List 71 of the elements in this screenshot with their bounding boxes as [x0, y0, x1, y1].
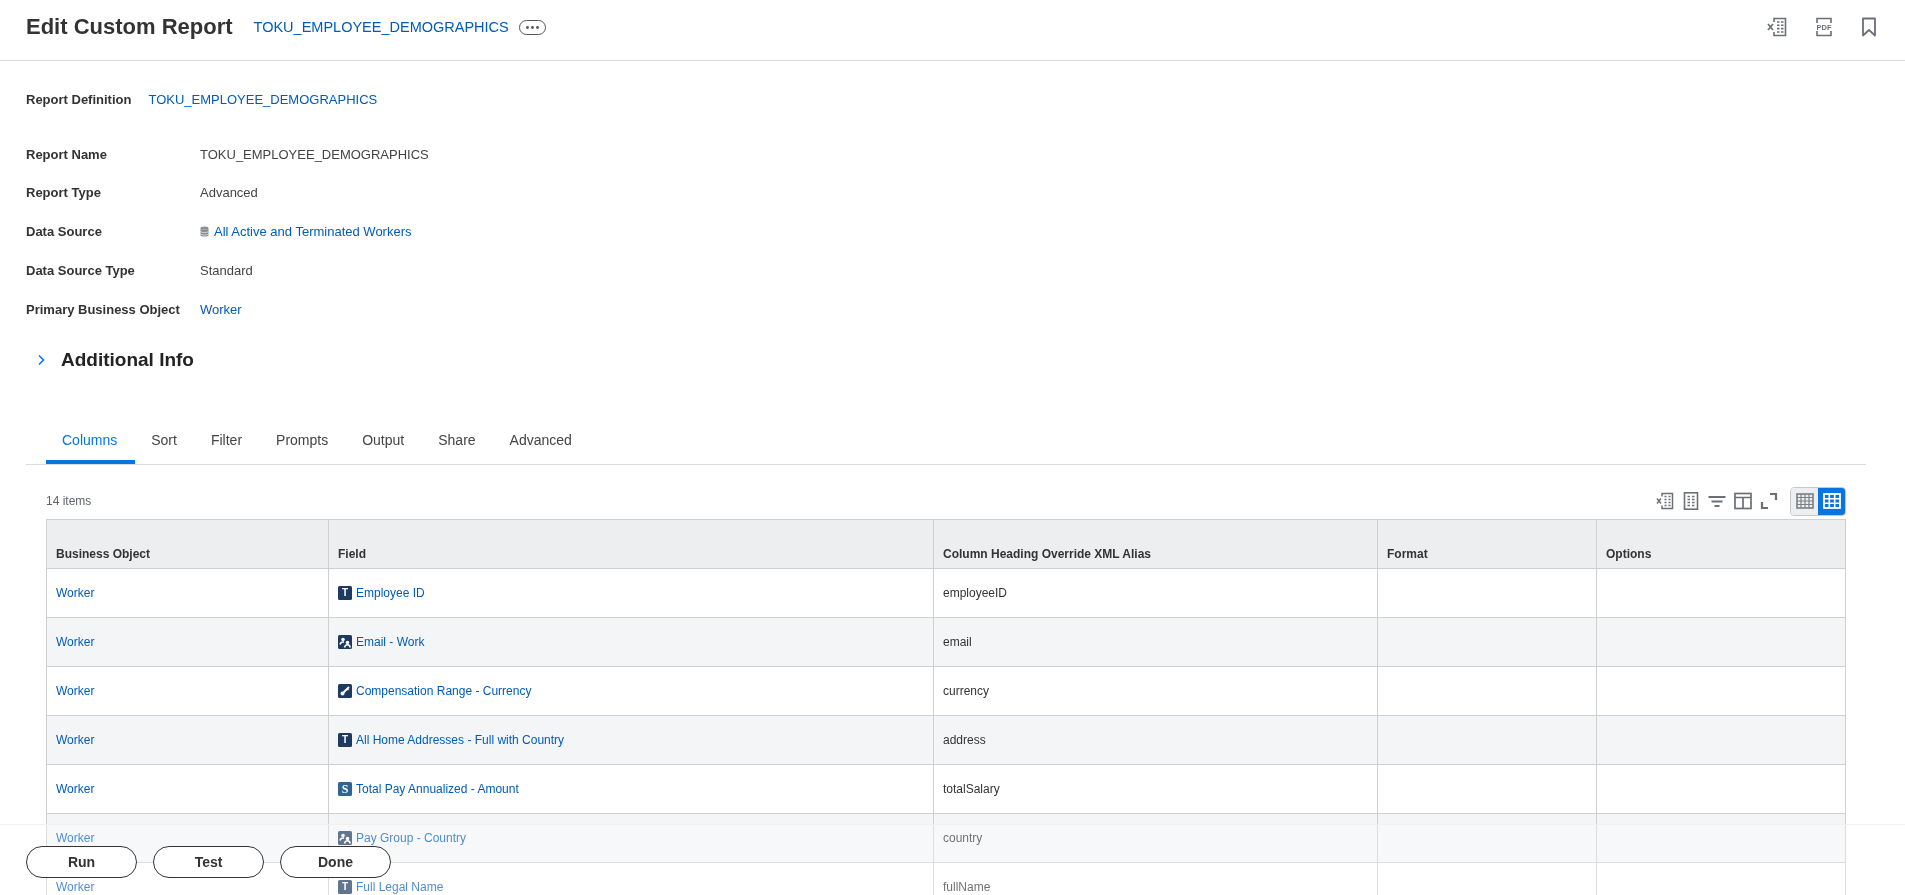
object-link[interactable]: Worker — [200, 301, 242, 317]
bookmark-icon[interactable] — [1861, 17, 1877, 37]
tab[interactable]: Share — [422, 420, 494, 464]
alias-text: employeeID — [943, 586, 1008, 600]
ellipsis-icon — [525, 25, 539, 29]
field-link[interactable]: Full Legal Name — [356, 880, 444, 894]
tab[interactable]: Columns — [46, 420, 136, 464]
field-link[interactable]: Compensation Range - Currency — [356, 684, 532, 698]
tab[interactable]: Advanced — [493, 420, 590, 464]
action-button[interactable]: Run — [26, 846, 137, 878]
field-value: Advanced — [200, 185, 258, 201]
field-value: TOKU_EMPLOYEE_DEMOGRAPHICS — [200, 146, 429, 162]
column-header[interactable]: Column Heading Override XML Alias — [943, 547, 1152, 561]
action-button[interactable]: Done — [280, 846, 391, 878]
tab[interactable]: Filter — [194, 420, 261, 464]
business-object-link[interactable]: Worker — [56, 586, 95, 600]
business-object-link[interactable]: Worker — [56, 635, 95, 649]
compact-view-button[interactable] — [1791, 487, 1818, 515]
report-definition-link[interactable]: TOKU_EMPLOYEE_DEMOGRAPHICS — [148, 91, 378, 107]
column-header[interactable]: Format — [1387, 547, 1428, 561]
action-button[interactable]: Test — [153, 846, 264, 878]
field-link[interactable]: Total Pay Annualized - Amount — [356, 782, 519, 796]
people-icon — [338, 831, 352, 845]
field-link[interactable]: Employee ID — [356, 586, 425, 600]
data-source-link[interactable]: All Active and Terminated Workers — [214, 224, 412, 239]
dense-grid-icon — [1795, 493, 1814, 509]
column-header[interactable]: Options — [1606, 547, 1652, 561]
alias-text: totalSalary — [943, 782, 1000, 796]
field-link[interactable]: Email - Work — [356, 635, 425, 649]
grid-view-button[interactable] — [1818, 487, 1845, 515]
field-label: Primary Business Object — [26, 301, 180, 317]
text-type-icon: T — [338, 733, 352, 747]
column-header[interactable]: Business Object — [56, 547, 151, 561]
tab[interactable]: Output — [346, 420, 423, 464]
alias-text: currency — [943, 684, 989, 698]
alias-text: country — [943, 831, 983, 845]
business-object-link[interactable]: Worker — [56, 782, 95, 796]
field-label: Report Name — [26, 146, 107, 162]
chevron-right-icon[interactable] — [36, 354, 46, 366]
alias-text: address — [943, 733, 986, 747]
item-count: 14 items — [46, 494, 92, 508]
page-title: Edit Custom Report — [26, 14, 233, 40]
key-icon — [338, 684, 352, 698]
text-type-icon: T — [338, 880, 352, 894]
expand-icon[interactable] — [1760, 492, 1778, 510]
alias-text: email — [943, 635, 972, 649]
tab[interactable]: Prompts — [260, 420, 347, 464]
currency-type-icon: S — [338, 782, 352, 796]
field-label: Data Source — [26, 224, 102, 239]
text-type-icon: T — [338, 586, 352, 600]
report-link[interactable]: TOKU_EMPLOYEE_DEMOGRAPHICS — [253, 19, 509, 35]
spreadsheet-export-icon[interactable] — [1767, 17, 1787, 37]
business-object-link[interactable]: Worker — [56, 733, 95, 747]
spreadsheet-export-icon[interactable] — [1656, 492, 1674, 510]
field-label: Report Definition — [26, 91, 132, 107]
column-header[interactable]: Field — [338, 547, 366, 561]
business-object-link[interactable]: Worker — [56, 684, 95, 698]
report-sheet-icon[interactable] — [1682, 492, 1700, 510]
tab[interactable]: Sort — [135, 420, 195, 464]
grid-icon — [1822, 493, 1841, 509]
section-title[interactable]: Additional Info — [61, 349, 194, 371]
field-value: Standard — [200, 262, 253, 278]
database-icon — [200, 226, 209, 237]
alias-text: fullName — [943, 880, 991, 894]
field-label: Data Source Type — [26, 262, 135, 278]
more-button[interactable] — [518, 19, 546, 35]
columns-icon[interactable] — [1734, 492, 1752, 510]
people-icon — [338, 635, 352, 649]
business-object-link[interactable]: Worker — [56, 880, 95, 894]
field-link[interactable]: All Home Addresses - Full with Country — [356, 733, 565, 747]
field-label: Report Type — [26, 185, 101, 201]
